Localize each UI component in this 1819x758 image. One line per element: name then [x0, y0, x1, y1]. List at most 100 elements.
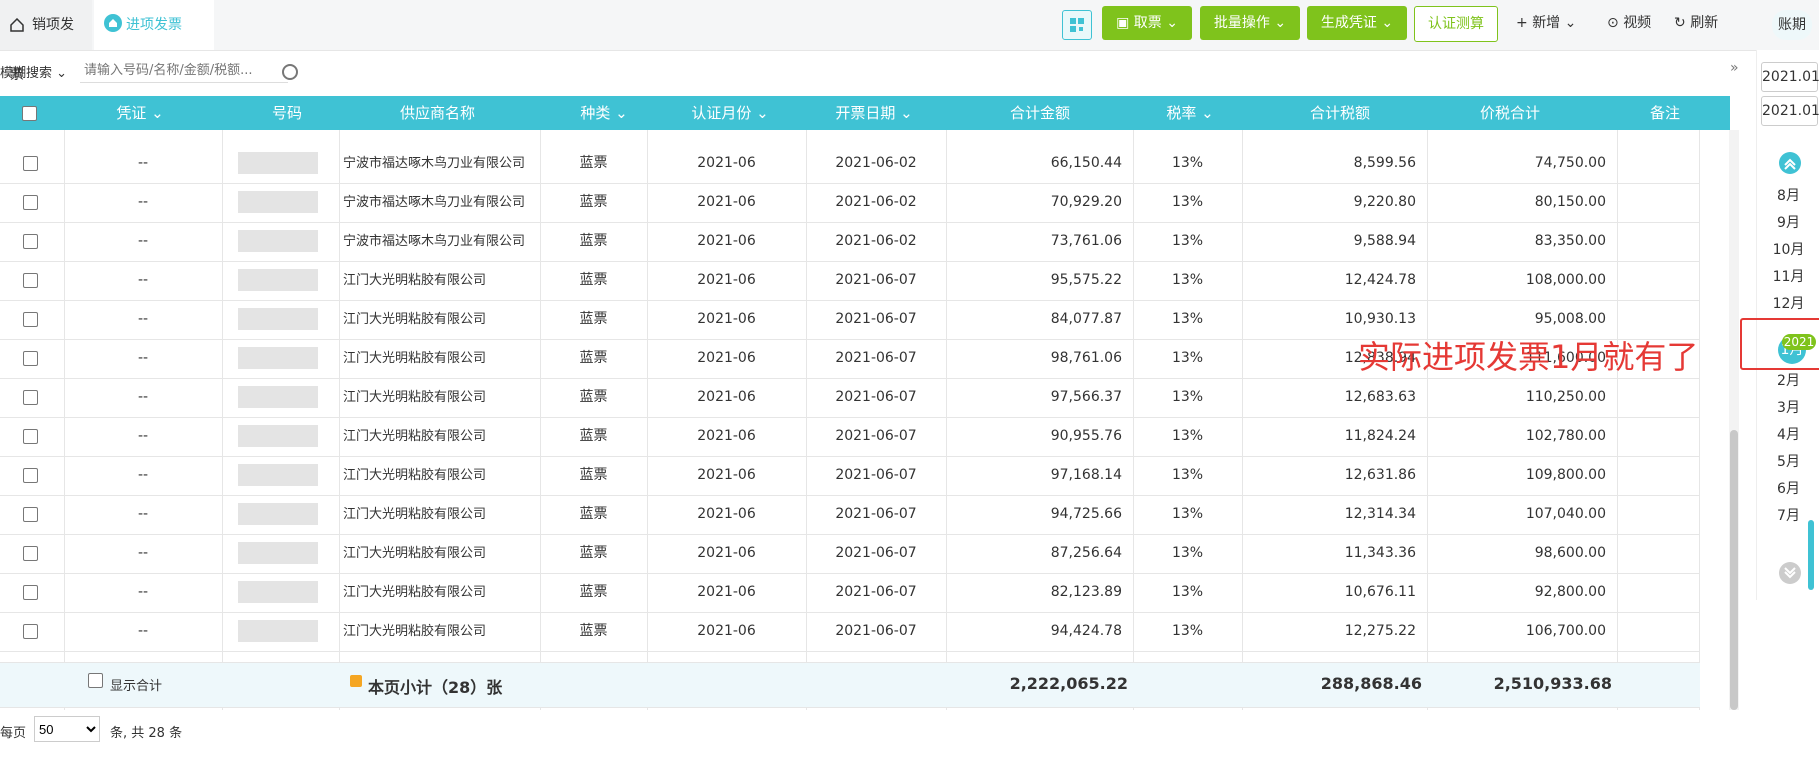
header-supplier: 供应商名称: [345, 96, 530, 130]
cell-total: 98,600.00: [1534, 545, 1606, 561]
summary-row: 显示合计 本页小计（28）张 2,222,065.22 288,868.46 2…: [0, 662, 1700, 708]
refresh-icon: ↻: [1674, 15, 1691, 31]
table-row[interactable]: -- 宁波市福达啄木鸟刀业有限公司 蓝票 2021-06 2021-06-02 70,92…: [0, 183, 1700, 223]
row-checkbox[interactable]: [23, 156, 38, 171]
table-row[interactable]: -- 江门大光明粘胶有限公司 蓝票 2021-06 2021-06-07 82,123.8…: [0, 573, 1700, 613]
cell-amount: 90,955.76: [1050, 428, 1122, 444]
select-all-checkbox[interactable]: [22, 106, 37, 121]
search-input[interactable]: [80, 58, 288, 83]
page-size-select[interactable]: 50: [34, 716, 100, 742]
month-item[interactable]: 6月: [1757, 478, 1819, 498]
double-chevron-right-icon[interactable]: »: [1730, 60, 1739, 76]
cell-invoice-date: 2021-06-07: [835, 623, 917, 639]
cell-supplier: 江门大光明粘胶有限公司: [343, 585, 487, 600]
header-invoice-date[interactable]: 开票日期 ⌄: [804, 96, 944, 130]
row-checkbox[interactable]: [23, 468, 38, 483]
month-item[interactable]: 4月: [1757, 424, 1819, 444]
subtotal-icon: [350, 675, 362, 687]
row-checkbox[interactable]: [23, 585, 38, 600]
page-subtotal: 本页小计（28）张: [368, 678, 503, 697]
cell-cert-month: 2021-06: [697, 350, 756, 366]
row-checkbox[interactable]: [23, 351, 38, 366]
add-new-button[interactable]: + 新增 ⌄: [1516, 6, 1576, 40]
gen-voucher-label: 生成凭证: [1320, 15, 1377, 31]
cell-amount: 84,077.87: [1050, 311, 1122, 327]
cell-number: [238, 386, 318, 408]
row-checkbox[interactable]: [23, 429, 38, 444]
search-mode-dropdown[interactable]: 模糊搜索 ⌄: [0, 62, 67, 81]
row-checkbox[interactable]: [23, 507, 38, 522]
row-checkbox[interactable]: [23, 273, 38, 288]
summary-tax: 288,868.46: [1320, 674, 1422, 693]
chevron-down-icon: ⌄: [1166, 15, 1178, 31]
row-checkbox[interactable]: [23, 546, 38, 561]
cell-total: 110,250.00: [1525, 389, 1606, 405]
cell-number: [238, 269, 318, 291]
date-from[interactable]: 2021.01: [1761, 62, 1819, 92]
cell-cert-month: 2021-06: [697, 506, 756, 522]
table-row[interactable]: -- 江门大光明粘胶有限公司 蓝票 2021-06 2021-06-07 90,955.7…: [0, 417, 1700, 457]
month-item[interactable]: 2月: [1757, 370, 1819, 390]
cert-calc-button[interactable]: 认证测算: [1414, 6, 1498, 42]
refresh-label: 刷新: [1690, 15, 1719, 31]
row-checkbox[interactable]: [23, 195, 38, 210]
header-label: 开票日期: [835, 104, 896, 122]
month-item[interactable]: 8月: [1757, 185, 1819, 205]
scan-button[interactable]: [1062, 10, 1092, 40]
table-row[interactable]: -- 江门大光明粘胶有限公司 蓝票 2021-06 2021-06-07 94,424.7…: [0, 612, 1700, 652]
search-icon[interactable]: [282, 64, 298, 80]
cell-amount: 87,256.64: [1050, 545, 1122, 561]
take-ticket-button[interactable]: ▣ 取票 ⌄: [1102, 6, 1192, 40]
table-row[interactable]: -- 江门大光明粘胶有限公司 蓝票 2021-06 2021-06-07 87,256.6…: [0, 534, 1700, 574]
header-label: 供应商名称: [399, 104, 475, 122]
gen-voucher-button[interactable]: 生成凭证 ⌄: [1307, 6, 1407, 40]
cell-tax-rate: 13%: [1171, 350, 1204, 366]
table-row[interactable]: -- 江门大光明粘胶有限公司 蓝票 2021-06 2021-06-07 94,725.6…: [0, 495, 1700, 535]
cell-cert-month: 2021-06: [697, 194, 756, 210]
header-kind[interactable]: 种类 ⌄: [554, 96, 654, 130]
tab-output-invoice[interactable]: 销项发票: [0, 0, 92, 83]
month-item[interactable]: 12月: [1757, 293, 1819, 313]
table-scrollbar-thumb[interactable]: [1730, 430, 1738, 710]
table-row[interactable]: -- 宁波市福达啄木鸟刀业有限公司 蓝票 2021-06 2021-06-02 73,76…: [0, 222, 1700, 262]
row-checkbox[interactable]: [23, 234, 38, 249]
month-item[interactable]: 11月: [1757, 266, 1819, 286]
header-voucher[interactable]: 凭证 ⌄: [60, 96, 220, 130]
batch-ops-button[interactable]: 批量操作 ⌄: [1200, 6, 1300, 40]
header-label: 税率: [1166, 104, 1197, 122]
tab-input-invoice[interactable]: 进项发票: [94, 0, 214, 50]
table-row[interactable]: -- 宁波市福达啄木鸟刀业有限公司 蓝票 2021-06 2021-06-02 66,15…: [0, 144, 1700, 184]
period-scrollbar[interactable]: [1808, 520, 1814, 590]
show-total-label: 显示合计: [110, 679, 163, 694]
month-item[interactable]: 5月: [1757, 451, 1819, 471]
cell-note: [1617, 456, 1699, 495]
account-period-button[interactable]: 账期: [1772, 10, 1812, 40]
scroll-down-icon[interactable]: [1779, 562, 1801, 584]
cell-total: 107,040.00: [1525, 506, 1606, 522]
cell-voucher: --: [137, 272, 149, 288]
row-checkbox[interactable]: [23, 624, 38, 639]
cell-kind: 蓝票: [579, 467, 608, 483]
header-cert-month[interactable]: 认证月份 ⌄: [660, 96, 800, 130]
cell-total: 108,000.00: [1525, 272, 1606, 288]
header-tax-rate[interactable]: 税率 ⌄: [1140, 96, 1240, 130]
month-item[interactable]: 9月: [1757, 212, 1819, 232]
cell-cert-month: 2021-06: [697, 155, 756, 171]
date-to[interactable]: 2021.01: [1761, 96, 1819, 126]
row-checkbox[interactable]: [23, 390, 38, 405]
table-row[interactable]: -- 江门大光明粘胶有限公司 蓝票 2021-06 2021-06-07 97,566.3…: [0, 378, 1700, 418]
cell-invoice-date: 2021-06-07: [835, 389, 917, 405]
month-item[interactable]: 10月: [1757, 239, 1819, 259]
row-checkbox[interactable]: [23, 312, 38, 327]
table-row[interactable]: -- 江门大光明粘胶有限公司 蓝票 2021-06 2021-06-07 95,575.2…: [0, 261, 1700, 301]
cell-amount: 97,168.14: [1050, 467, 1122, 483]
video-button[interactable]: ⊙ 视频: [1607, 6, 1651, 40]
refresh-button[interactable]: ↻ 刷新: [1674, 6, 1718, 40]
cell-number: [238, 230, 318, 252]
scroll-up-icon[interactable]: [1779, 152, 1801, 174]
cell-tax-rate: 13%: [1171, 428, 1204, 444]
show-total-checkbox[interactable]: [88, 673, 103, 688]
table-row[interactable]: -- 江门大光明粘胶有限公司 蓝票 2021-06 2021-06-07 97,168.1…: [0, 456, 1700, 496]
cell-number: [238, 191, 318, 213]
month-item[interactable]: 3月: [1757, 397, 1819, 417]
